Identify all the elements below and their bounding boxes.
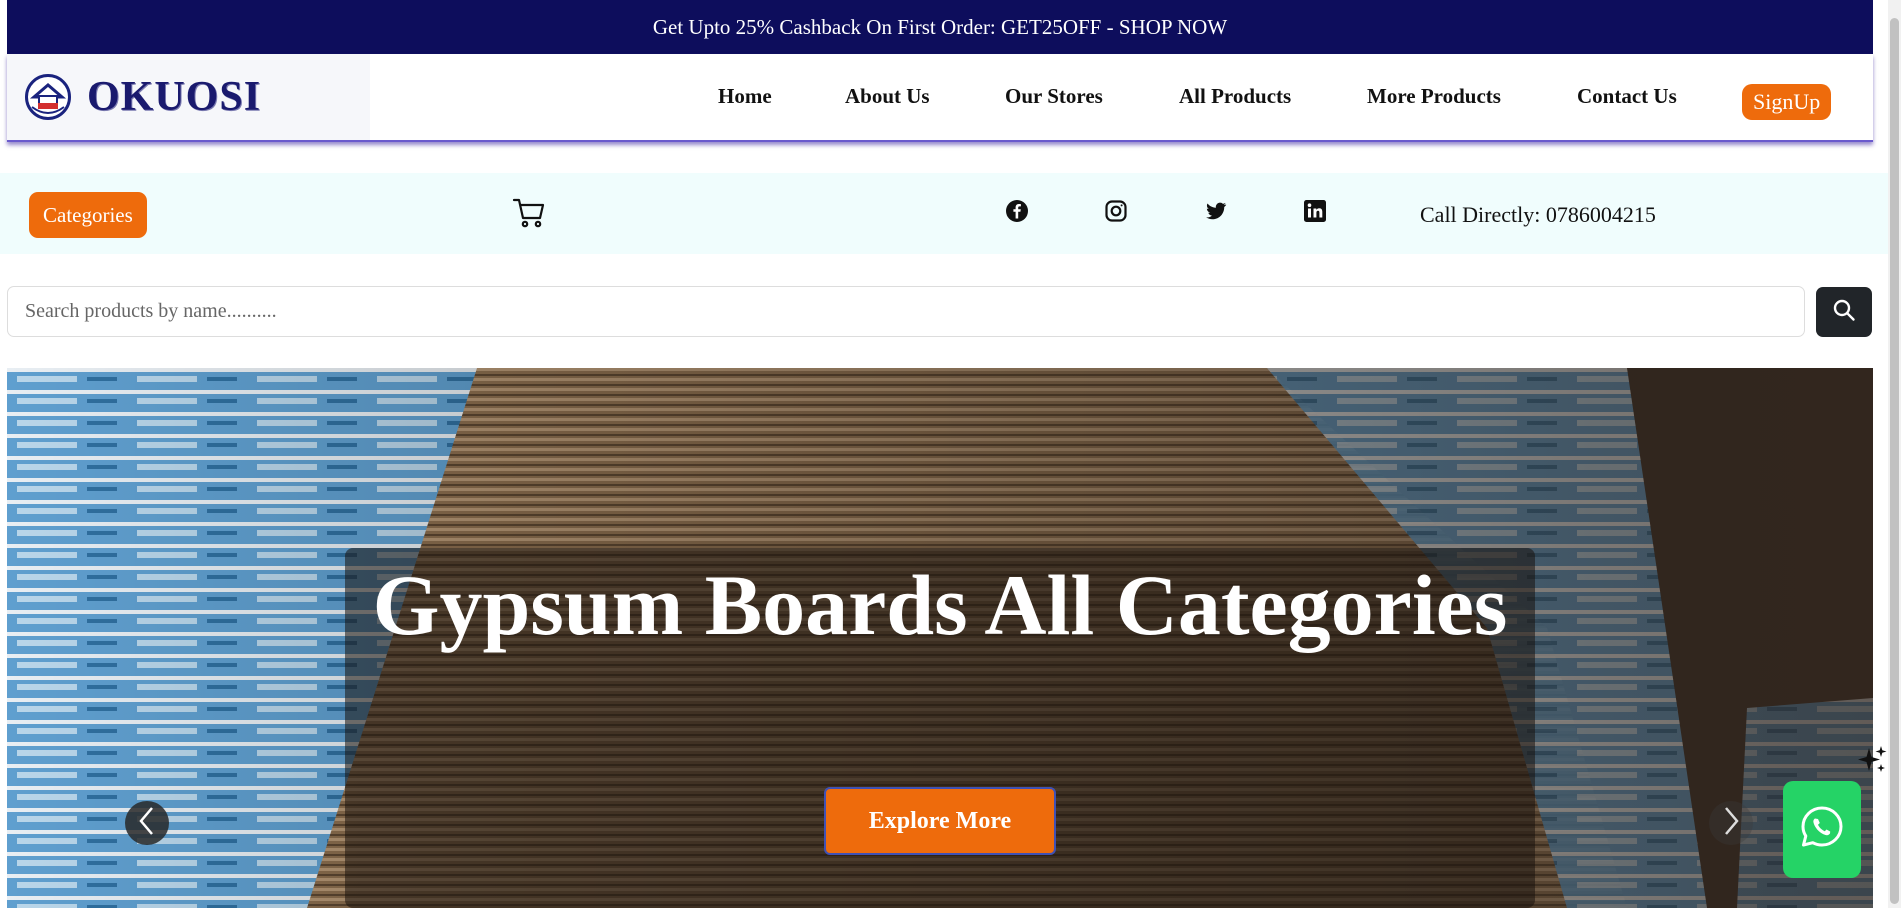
- site-header: OKUOSI Home About Us Our Stores All Prod…: [7, 54, 1873, 142]
- promo-banner[interactable]: Get Upto 25% Cashback On First Order: GE…: [7, 0, 1873, 54]
- nav-contact-us[interactable]: Contact Us: [1577, 84, 1677, 109]
- search-input[interactable]: [7, 286, 1805, 337]
- page-scrollbar[interactable]: [1888, 0, 1901, 908]
- hero-title: Gypsum Boards All Categories: [372, 557, 1508, 653]
- nav-home[interactable]: Home: [718, 84, 772, 109]
- scrollbar-thumb[interactable]: [1890, 18, 1899, 904]
- explore-more-button[interactable]: Explore More: [824, 787, 1056, 855]
- nav-more-products[interactable]: More Products: [1367, 84, 1501, 109]
- cart-icon[interactable]: [512, 195, 546, 229]
- nav-all-products[interactable]: All Products: [1179, 84, 1291, 109]
- facebook-icon[interactable]: [1005, 199, 1029, 223]
- call-directly-text[interactable]: Call Directly: 0786004215: [1420, 202, 1656, 228]
- whatsapp-chat-button[interactable]: [1783, 781, 1861, 878]
- instagram-icon[interactable]: [1104, 199, 1128, 223]
- nav-our-stores[interactable]: Our Stores: [1005, 84, 1103, 109]
- search-button[interactable]: [1816, 287, 1872, 337]
- page: Get Upto 25% Cashback On First Order: GE…: [0, 0, 1901, 908]
- signup-button[interactable]: SignUp: [1742, 84, 1832, 120]
- linkedin-icon[interactable]: [1303, 199, 1327, 223]
- carousel-next-button[interactable]: [1709, 801, 1753, 845]
- sparkle-icon[interactable]: [1855, 744, 1889, 778]
- chevron-left-icon: [137, 806, 157, 841]
- hero-carousel: Gypsum Boards All Categories Explore Mor…: [7, 368, 1873, 908]
- nav-about-us[interactable]: About Us: [845, 84, 930, 109]
- twitter-icon[interactable]: [1204, 199, 1228, 223]
- categories-button[interactable]: Categories: [29, 192, 147, 238]
- chevron-right-icon: [1721, 806, 1741, 841]
- whatsapp-icon: [1799, 804, 1845, 855]
- search-icon: [1832, 298, 1856, 327]
- promo-text[interactable]: Get Upto 25% Cashback On First Order: GE…: [653, 15, 1227, 40]
- utility-bar: Categories Call Directly: 0786004215: [0, 173, 1888, 254]
- main-nav: Home About Us Our Stores All Products Mo…: [7, 54, 1873, 140]
- carousel-prev-button[interactable]: [125, 801, 169, 845]
